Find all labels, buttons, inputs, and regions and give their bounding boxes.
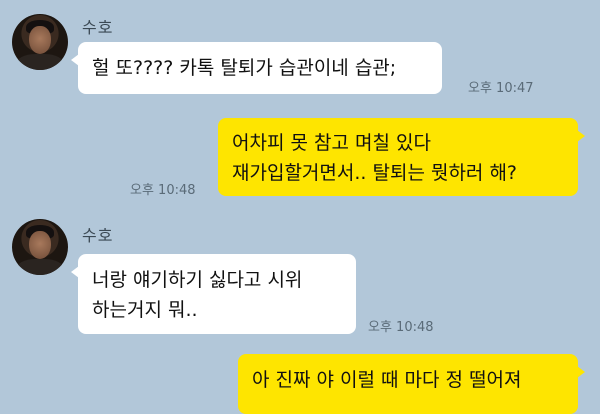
message-text-line-2: 재가입할거면서.. 탈퇴는 뭣하러 해? [232,162,518,184]
message-time: 오후 10:48 [368,320,434,335]
message-text: 아 진짜 야 이럴 때 마다 정 떨어져 [252,369,522,391]
avatar[interactable] [12,219,68,275]
message-text-line-2: 하는거지 뭐.. [92,299,198,321]
message-bubble-incoming[interactable]: 너랑 얘기하기 싫다고 시위 하는거지 뭐.. [71,254,356,334]
message-bubble-incoming[interactable]: 헐 또???? 카톡 탈퇴가 습관이네 습관; [71,42,442,94]
message-text-line-1: 너랑 얘기하기 싫다고 시위 [92,269,303,291]
sender-name: 수호 [82,226,114,245]
sender-name: 수호 [82,18,114,37]
message-time: 오후 10:48 [130,183,196,198]
avatar[interactable] [12,14,68,70]
message-text-line-1: 어차피 못 참고 며칠 있다 [232,132,431,154]
message-bubble-outgoing[interactable]: 어차피 못 참고 며칠 있다 재가입할거면서.. 탈퇴는 뭣하러 해? [218,118,585,196]
chat-room: 수호 헐 또???? 카톡 탈퇴가 습관이네 습관; 오후 10:47 어차피 … [0,0,600,414]
message-text: 헐 또???? 카톡 탈퇴가 습관이네 습관; [92,57,397,79]
message-time: 오후 10:47 [468,81,534,96]
message-bubble-outgoing[interactable]: 아 진짜 야 이럴 때 마다 정 떨어져 [238,354,585,414]
